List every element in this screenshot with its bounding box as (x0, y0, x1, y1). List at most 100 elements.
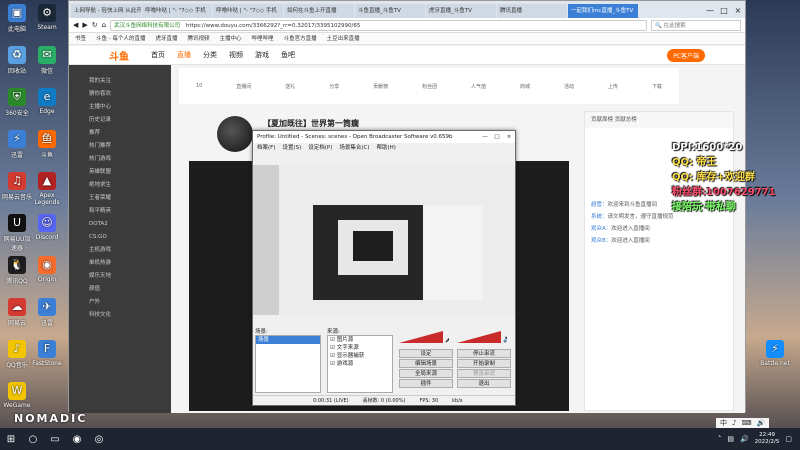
desktop-icon-qq[interactable]: 🐧 腾讯QQ (2, 256, 32, 285)
bookmark-item[interactable]: 斗鱼官方直播 (284, 33, 317, 44)
browser-tab[interactable]: 虎牙直播_斗鱼TV (426, 4, 496, 18)
source-item[interactable]: ☑ 图片源 (328, 336, 392, 344)
checkbox-icon[interactable]: ☑ (330, 337, 337, 343)
clock[interactable]: 22:49 2022/2/5 (755, 432, 780, 446)
global-sources-button[interactable]: 全局来源 (399, 369, 453, 378)
sidebar-item[interactable]: 王者荣耀 (69, 192, 171, 205)
sidebar-item[interactable]: 颜值 (69, 283, 171, 296)
bookmark-item[interactable]: 腾讯视频 (188, 33, 210, 44)
sidebar-item[interactable]: 主机游戏 (69, 244, 171, 257)
close-button[interactable]: × (731, 4, 745, 18)
mic-volume-meter[interactable]: 🎤 (399, 329, 449, 343)
obs-preview[interactable] (253, 165, 515, 315)
ime-button[interactable]: 🔊 (757, 418, 766, 428)
chat-user[interactable]: 观众A： (591, 226, 611, 232)
edit-scene-button[interactable]: 编辑场景 (399, 359, 453, 368)
desktop-icon-edge[interactable]: e Edge (32, 88, 62, 115)
avatar[interactable] (217, 116, 253, 152)
browser-tab[interactable]: 一起我们mc直播_斗鱼TV (568, 4, 638, 18)
obs-menu-item[interactable]: 帮助(H) (377, 143, 396, 153)
sidebar-item[interactable]: 推荐 (69, 127, 171, 140)
sidebar-item[interactable]: 和平精英 (69, 205, 171, 218)
bookmark-item[interactable]: 哔哩哔哩 (252, 33, 274, 44)
refresh-icon[interactable]: ↻ (92, 21, 98, 29)
settings-button[interactable]: 设定 (399, 349, 453, 358)
minimize-button[interactable]: — (703, 4, 717, 18)
chevron-up-icon[interactable]: ˄ (718, 435, 722, 443)
browser-tab[interactable]: 呼噜咔哒 | "- "7◇◇ 手机 (142, 4, 212, 18)
sidebar-item[interactable]: 户外 (69, 296, 171, 309)
checkbox-icon[interactable]: ☑ (330, 353, 337, 359)
volume-icon[interactable]: 🔊 (740, 435, 749, 443)
site-nav-item[interactable]: 分类 (203, 50, 217, 60)
source-item[interactable]: ☑ 文字来源 (328, 344, 392, 352)
start-recording-button[interactable]: 开始录制 (457, 359, 511, 368)
desktop-icon-douyu[interactable]: 鱼斗鱼 (32, 130, 62, 159)
source-item[interactable]: ☑ 显示器捕获 (328, 352, 392, 360)
room-toolbar-item[interactable]: 贡献榜 (373, 83, 388, 90)
source-item[interactable]: ☑ 游戏源 (328, 360, 392, 368)
browser-tab[interactable]: 上网导航 - 轻快上网 从此开始 (71, 4, 141, 18)
desktop-icon-cloud[interactable]: ☁ 网易云 (2, 298, 32, 327)
bookmark-item[interactable]: 书签 (75, 33, 86, 44)
sidebar-item[interactable]: 主播中心 (69, 101, 171, 114)
browser-tab[interactable]: 腾讯直播 (497, 4, 567, 18)
bookmark-item[interactable]: 虎牙直播 (156, 33, 178, 44)
chat-header[interactable]: 贡献周榜 贡献总榜 (585, 112, 733, 128)
battlenet-desktop-icon[interactable]: ⚡ Battle.net (760, 340, 790, 367)
ime-button[interactable]: ♪ (732, 418, 736, 428)
obs-close-button[interactable]: × (503, 131, 515, 143)
room-toolbar-item[interactable]: 粉丝团 (422, 83, 437, 90)
sidebar-item[interactable]: 热门推荐 (69, 140, 171, 153)
site-nav-item[interactable]: 直播 (177, 50, 191, 60)
sidebar-item[interactable]: 娱乐天地 (69, 270, 171, 283)
browser-tab[interactable]: 斗鱼直播_斗鱼TV (355, 4, 425, 18)
site-nav-item[interactable]: 首页 (151, 50, 165, 60)
site-logo[interactable]: 斗鱼 (109, 48, 129, 63)
room-toolbar-item[interactable]: 下载 (652, 83, 662, 90)
search-icon[interactable]: ○ (22, 434, 44, 445)
sidebar-item[interactable]: DOTA2 (69, 218, 171, 231)
obs-menu-item[interactable]: 设定档(P) (308, 143, 332, 153)
preview-stream-button[interactable]: 预览串流 (457, 369, 511, 378)
desktop-volume-meter[interactable]: 🔊 (457, 329, 507, 343)
checkbox-icon[interactable]: ☑ (330, 345, 337, 351)
chat-user[interactable]: 超管： (591, 202, 608, 208)
chat-user[interactable]: 系统： (591, 214, 608, 220)
forward-icon[interactable]: ▶ (82, 21, 87, 29)
desktop-icon-faststone[interactable]: F FastStone (32, 340, 62, 367)
desktop-icon-apex[interactable]: ▲ Apex Legends (32, 172, 62, 206)
obs-icon[interactable]: ◉ (66, 434, 88, 445)
sidebar-item[interactable]: 单机热游 (69, 257, 171, 270)
chat-user[interactable]: 观众B： (591, 238, 611, 244)
desktop-icon-thunder[interactable]: ⚡ 迅雷 (2, 130, 32, 159)
desktop-icon-steam[interactable]: ⚙ Steam (32, 4, 62, 31)
stop-stream-button[interactable]: 停止串流 (457, 349, 511, 358)
home-icon[interactable]: ⌂ (102, 21, 106, 29)
browser-tab[interactable]: 如何在斗鱼上开直播 (284, 4, 354, 18)
desktop-icon-wegame[interactable]: W WeGame (2, 382, 32, 409)
site-nav-item[interactable]: 游戏 (255, 50, 269, 60)
download-client-button[interactable]: PC客户端 (667, 48, 705, 62)
source-list[interactable]: ☑ 图片源 ☑ 文字来源 ☑ 显示器捕获 ☑ 游戏源 (327, 335, 393, 393)
room-toolbar-item[interactable]: 10 (196, 83, 202, 89)
sidebar-item[interactable]: 历史记录 (69, 114, 171, 127)
scene-list[interactable]: 场景 (255, 335, 321, 393)
back-icon[interactable]: ◀ (73, 21, 78, 29)
room-toolbar-item[interactable]: 送礼 (285, 83, 295, 90)
obs-minimize-button[interactable]: — (479, 131, 491, 143)
desktop-icon-uu[interactable]: U 网易UU加速器 (2, 214, 32, 252)
taskview-icon[interactable]: ▭ (44, 434, 66, 445)
search-input[interactable]: 🔍 在此搜索 (651, 19, 741, 31)
sidebar-item[interactable]: 绝地求生 (69, 179, 171, 192)
ime-button[interactable]: 中 (720, 418, 727, 428)
network-icon[interactable]: ▤ (727, 435, 734, 443)
notifications-icon[interactable]: ▢ (785, 435, 792, 443)
bookmark-item[interactable]: 土豆出来直播 (327, 33, 360, 44)
desktop-icon-discord[interactable]: ☺ Discord (32, 214, 62, 241)
obs-menu-item[interactable]: 设置(S) (282, 143, 301, 153)
obs-menu-item[interactable]: 档案(F) (257, 143, 275, 153)
room-toolbar-item[interactable]: 活动 (564, 83, 574, 90)
room-toolbar-item[interactable]: 上传 (608, 83, 618, 90)
site-nav-item[interactable]: 视频 (229, 50, 243, 60)
